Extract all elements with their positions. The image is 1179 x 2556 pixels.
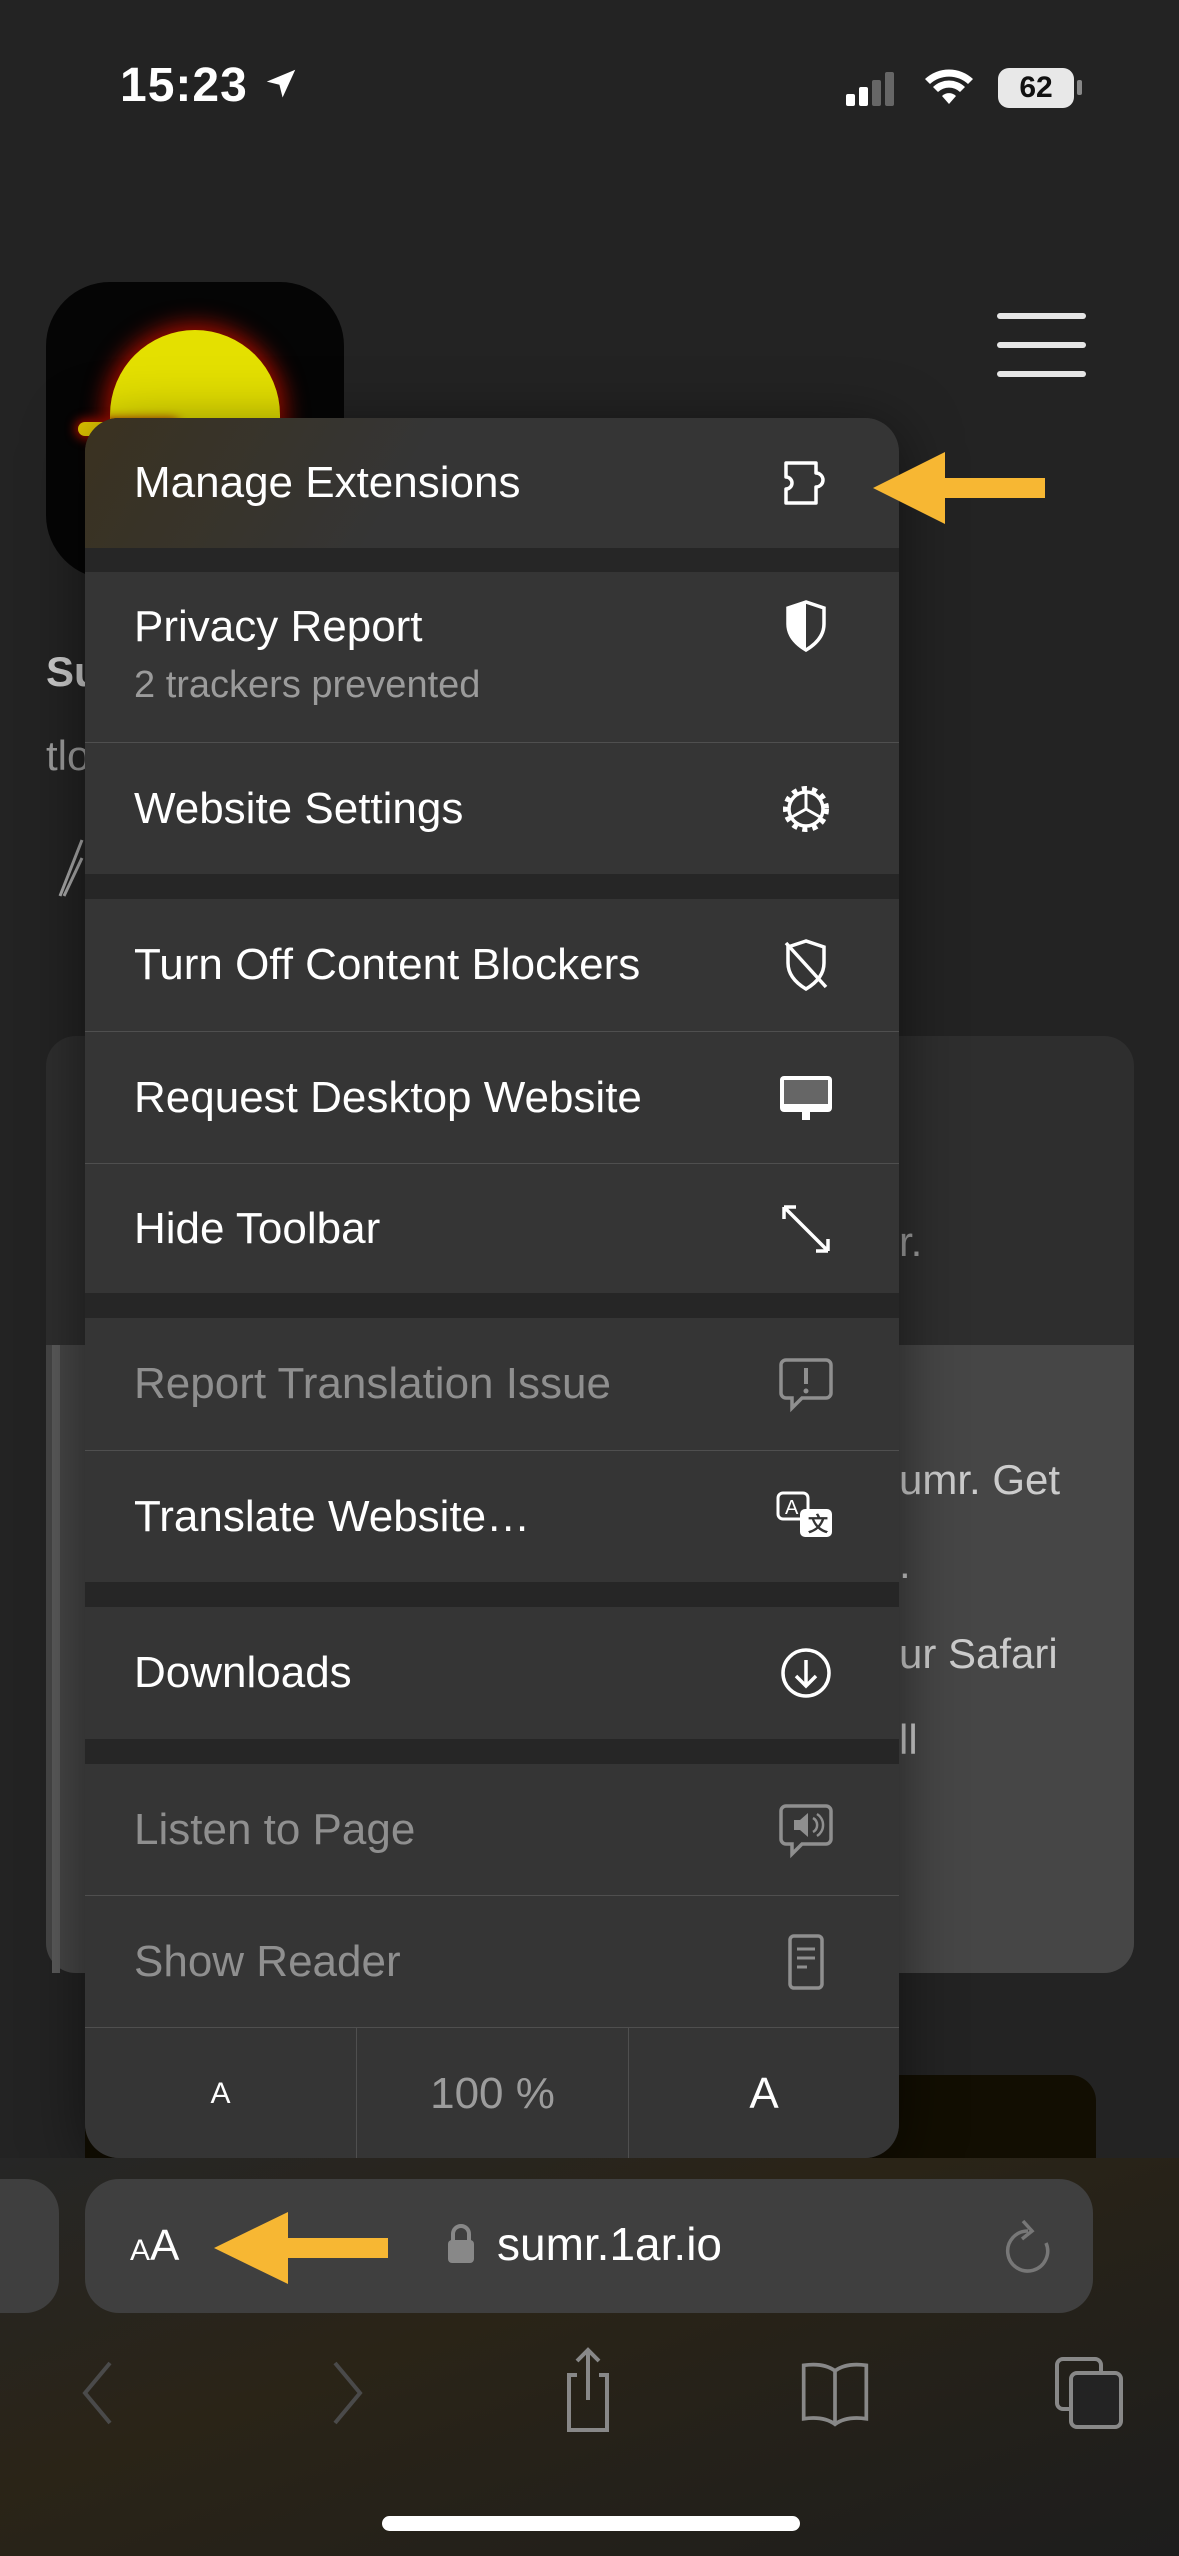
battery-tip: [1077, 80, 1082, 95]
location-arrow-icon: [266, 69, 296, 98]
speaker-bubble-icon: [776, 1800, 836, 1860]
menu-item-label: Translate Website…: [134, 1491, 531, 1541]
menu-item-privacy-report[interactable]: Privacy Report 2 trackers prevented: [85, 572, 899, 742]
time-text: 15:23: [120, 59, 248, 112]
lock-icon: [448, 2224, 474, 2263]
menu-item-translate-website[interactable]: Translate Website… A文: [85, 1450, 899, 1582]
bg-text-fragment: ll: [899, 1716, 918, 1763]
desktop-icon: [776, 1068, 836, 1128]
translate-icon: A文: [776, 1487, 836, 1547]
menu-item-show-reader: Show Reader: [85, 1895, 899, 2027]
menu-item-label: Report Translation Issue: [134, 1359, 611, 1408]
decrease-font-button[interactable]: A: [85, 2028, 356, 2158]
bookmarks-icon[interactable]: [800, 2355, 870, 2430]
expand-arrows-icon: [776, 1199, 836, 1259]
home-indicator[interactable]: [382, 2516, 800, 2531]
menu-item-label: Downloads: [134, 1648, 352, 1697]
page-format-button[interactable]: AA: [130, 2221, 179, 2271]
zoom-reset-button[interactable]: 100 %: [356, 2028, 628, 2158]
page-menu: Manage Extensions Privacy Report 2 track…: [85, 418, 899, 2158]
bg-quote-bar: [52, 1345, 60, 1973]
menu-item-website-settings[interactable]: Website Settings: [85, 742, 899, 874]
cellular-signal-icon: [846, 72, 894, 106]
tabs-icon[interactable]: [1055, 2355, 1125, 2430]
menu-item-listen-to-page: Listen to Page: [85, 1764, 899, 1895]
shield-icon: [776, 596, 836, 656]
menu-item-label: Website Settings: [134, 783, 464, 833]
shield-slash-icon: [776, 935, 836, 995]
download-circle-icon: [776, 1643, 836, 1703]
exclamation-bubble-icon: [776, 1354, 836, 1414]
small-a-label: A: [210, 2076, 231, 2110]
svg-text:A: A: [785, 1497, 799, 1519]
menu-item-turn-off-content-blockers[interactable]: Turn Off Content Blockers: [85, 899, 899, 1031]
menu-item-downloads[interactable]: Downloads: [85, 1607, 899, 1739]
menu-item-request-desktop-website[interactable]: Request Desktop Website: [85, 1031, 899, 1163]
annotation-arrow-icon: [873, 452, 1045, 524]
font-size-row: A 100 % A: [85, 2027, 899, 2158]
battery-icon: 62: [998, 68, 1074, 108]
menu-item-label: Manage Extensions: [134, 458, 521, 507]
menu-item-hide-toolbar[interactable]: Hide Toolbar: [85, 1163, 899, 1293]
reload-icon[interactable]: [1003, 2219, 1053, 2275]
menu-item-report-translation-issue: Report Translation Issue: [85, 1318, 899, 1450]
annotation-arrow-icon: [214, 2212, 388, 2284]
bg-text-fragment: .: [899, 1540, 911, 1587]
bg-text-fragment: umr. Get: [899, 1456, 1061, 1503]
gear-icon: [776, 779, 836, 839]
menu-item-label: Listen to Page: [134, 1804, 416, 1854]
status-time: 15:23: [120, 58, 300, 113]
menu-item-label: Privacy Report: [134, 602, 423, 651]
reader-icon: [776, 1932, 836, 1992]
menu-item-subtitle: 2 trackers prevented: [134, 664, 481, 706]
bg-text-fragment: ur Safari: [899, 1630, 1058, 1677]
menu-item-label: Hide Toolbar: [134, 1203, 381, 1253]
url-text[interactable]: sumr.1ar.io: [497, 2217, 722, 2271]
menu-item-manage-extensions[interactable]: Manage Extensions: [85, 418, 899, 548]
menu-item-label: Turn Off Content Blockers: [134, 940, 641, 989]
battery-level: 62: [1019, 71, 1053, 104]
wifi-icon: [925, 69, 973, 104]
back-icon[interactable]: [65, 2355, 135, 2430]
menu-item-label: Request Desktop Website: [134, 1072, 642, 1122]
large-a-label: A: [749, 2068, 779, 2118]
forward-icon[interactable]: [310, 2355, 380, 2430]
increase-font-button[interactable]: A: [628, 2028, 899, 2158]
puzzle-extension-icon: [776, 453, 836, 513]
previous-tab-peek[interactable]: [0, 2179, 59, 2313]
share-icon[interactable]: [553, 2345, 623, 2435]
bg-subtitle-fragment: tlo: [46, 732, 91, 779]
zoom-level: 100 %: [430, 2068, 555, 2118]
menu-item-label: Show Reader: [134, 1936, 401, 1986]
svg-text:文: 文: [808, 1512, 829, 1536]
bg-text-fragment: r.: [899, 1218, 923, 1265]
bg-logo-fragment: [58, 839, 84, 897]
